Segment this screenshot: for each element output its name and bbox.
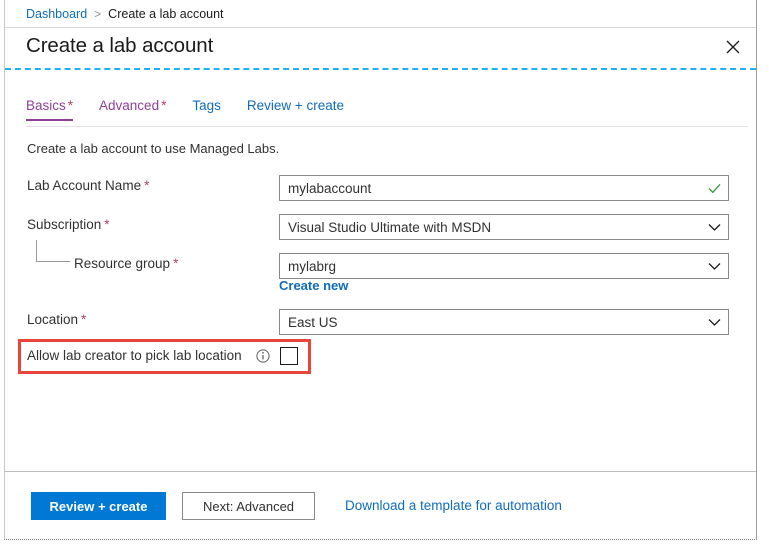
label-location-required: * xyxy=(81,312,87,327)
review-create-button[interactable]: Review + create xyxy=(31,492,166,520)
tab-basics-label: Basics xyxy=(26,98,66,113)
create-new-resource-group-link[interactable]: Create new xyxy=(279,278,348,293)
chevron-down-icon xyxy=(700,262,728,271)
tab-advanced-label: Advanced xyxy=(99,98,160,113)
create-lab-account-blade: Dashboard > Create a lab account Create … xyxy=(4,0,757,540)
breadcrumb-current: Create a lab account xyxy=(108,6,224,21)
form-row-location: Location * East US xyxy=(5,309,756,335)
allow-lab-creator-pick-location-checkbox[interactable] xyxy=(280,347,298,365)
label-location-text: Location xyxy=(27,312,79,327)
label-resource-group-text: Resource group xyxy=(74,256,171,271)
tab-advanced[interactable]: Advanced * xyxy=(99,98,166,120)
tab-strip: Basics * Advanced * Tags Review + create xyxy=(26,98,748,127)
tab-tags[interactable]: Tags xyxy=(192,98,221,120)
label-subscription-text: Subscription xyxy=(27,217,102,232)
location-dropdown[interactable]: East US xyxy=(279,309,729,335)
checkmark-valid-icon xyxy=(700,183,728,194)
download-template-link[interactable]: Download a template for automation xyxy=(345,498,562,513)
intro-text: Create a lab account to use Managed Labs… xyxy=(27,141,280,156)
tab-basics-required: * xyxy=(67,98,74,113)
breadcrumb: Dashboard > Create a lab account xyxy=(5,0,756,28)
next-advanced-button[interactable]: Next: Advanced xyxy=(182,492,315,520)
section-divider xyxy=(5,68,756,70)
tab-review-create[interactable]: Review + create xyxy=(247,98,344,120)
lab-account-name-value: mylabaccount xyxy=(288,180,372,196)
subscription-dropdown[interactable]: Visual Studio Ultimate with MSDN xyxy=(279,214,729,240)
label-lab-account-name: Lab Account Name * xyxy=(27,178,149,193)
location-value: East US xyxy=(288,314,338,330)
label-resource-group: Resource group * xyxy=(74,256,178,271)
label-location: Location * xyxy=(27,312,86,327)
chevron-down-icon xyxy=(700,223,728,232)
resource-group-value: mylabrg xyxy=(288,258,337,274)
tab-advanced-required: * xyxy=(161,98,167,113)
breadcrumb-separator-icon: > xyxy=(94,6,102,21)
label-resource-group-required: * xyxy=(173,256,179,271)
label-lab-account-name-required: * xyxy=(144,178,150,193)
breadcrumb-dashboard-link[interactable]: Dashboard xyxy=(26,7,87,21)
label-subscription-required: * xyxy=(104,217,110,232)
form-row-lab-account-name: Lab Account Name * mylabaccount xyxy=(5,175,756,201)
tab-tags-label: Tags xyxy=(192,98,221,113)
subscription-value: Visual Studio Ultimate with MSDN xyxy=(288,219,492,235)
page-title: Create a lab account xyxy=(26,34,214,57)
form-row-resource-group: Resource group * mylabrg xyxy=(5,253,756,279)
tab-basics[interactable]: Basics * xyxy=(26,98,74,121)
label-lab-account-name-text: Lab Account Name xyxy=(27,178,142,193)
chevron-down-icon xyxy=(700,318,728,327)
label-subscription: Subscription * xyxy=(27,217,110,232)
close-icon[interactable] xyxy=(718,32,748,62)
info-circle-icon[interactable] xyxy=(256,349,270,363)
form-row-subscription: Subscription * Visual Studio Ultimate wit… xyxy=(5,214,756,240)
tab-review-create-label: Review + create xyxy=(246,98,345,113)
resource-group-dropdown[interactable]: mylabrg xyxy=(279,253,729,279)
lab-account-name-input[interactable]: mylabaccount xyxy=(279,175,729,201)
footer-action-bar: Review + create Next: Advanced Download … xyxy=(5,472,756,539)
label-allow-lab-creator-pick-location: Allow lab creator to pick lab location xyxy=(27,348,242,363)
title-bar: Create a lab account xyxy=(5,28,756,68)
